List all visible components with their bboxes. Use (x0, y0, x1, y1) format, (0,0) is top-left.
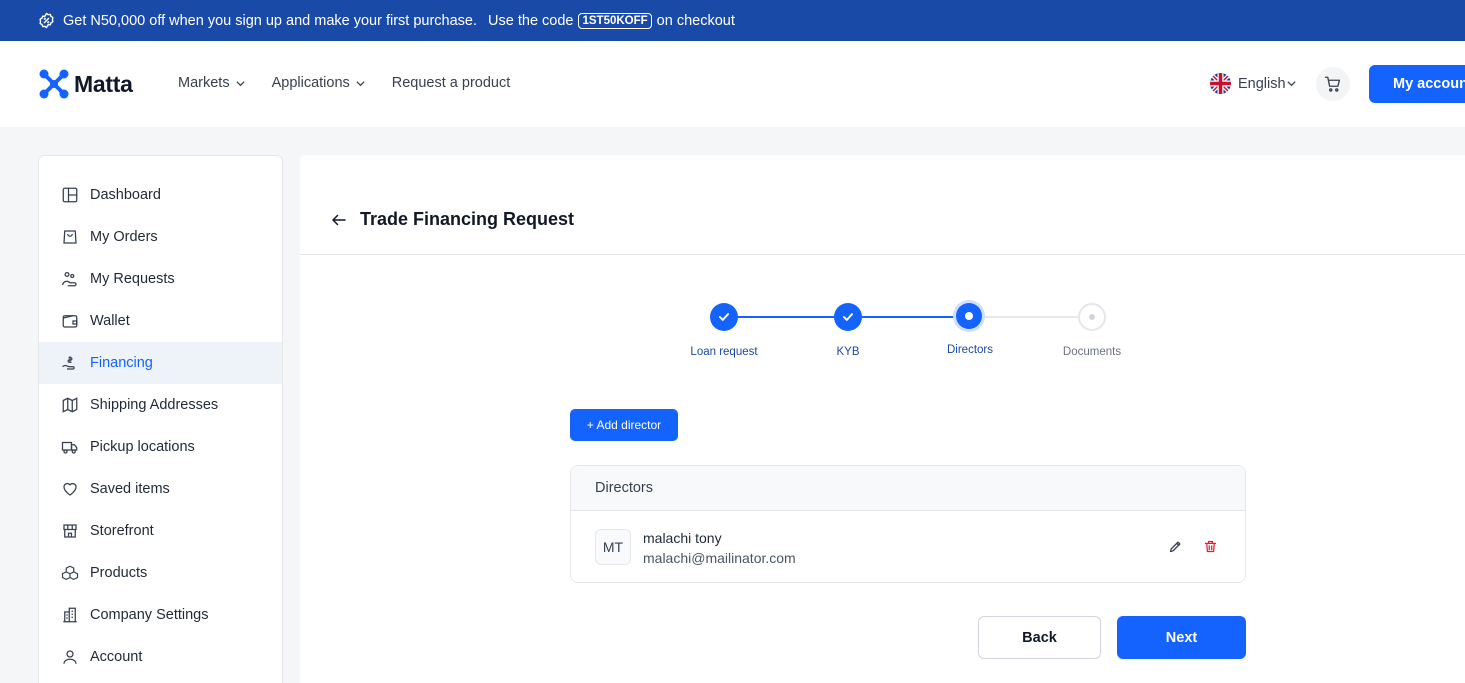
nav-applications[interactable]: Applications (272, 75, 366, 91)
step-label-directors: Directors (946, 344, 993, 356)
cart-icon (1324, 76, 1341, 92)
check-icon (842, 313, 854, 321)
main-nav: Markets Applications Request a product (178, 75, 536, 91)
sidebar-item-label: Pickup locations (90, 439, 195, 455)
page-header: Trade Financing Request (300, 155, 1465, 255)
truck-icon (61, 438, 79, 456)
step-connector (738, 316, 848, 318)
sidebar-item-label: Saved items (90, 481, 170, 497)
promo-code-prefix: Use the code (488, 12, 574, 29)
step-current-dot (965, 312, 973, 320)
layout-icon (61, 186, 79, 204)
financing-icon (61, 354, 79, 372)
sidebar-item-label: Dashboard (90, 187, 161, 203)
sidebar-item-dashboard[interactable]: Dashboard (39, 174, 282, 216)
list-item: MT malachi tony malachi@mailinator.com (571, 511, 1245, 582)
language-label: English (1238, 75, 1286, 92)
boxes-icon (61, 564, 79, 582)
director-email: malachi@mailinator.com (643, 550, 796, 566)
sidebar-item-financing[interactable]: Financing (39, 342, 282, 384)
sidebar-item-label: Financing (90, 355, 153, 371)
building-icon (61, 606, 79, 624)
cart-button[interactable] (1316, 67, 1350, 101)
add-director-button[interactable]: + Add director (570, 409, 678, 441)
sidebar-item-label: Shipping Addresses (90, 397, 219, 413)
avatar: MT (595, 529, 631, 565)
sidebar-item-label: Products (90, 565, 148, 581)
sidebar-item-my-requests[interactable]: My Requests (39, 258, 282, 300)
next-button[interactable]: Next (1117, 616, 1246, 659)
sidebar-item-my-orders[interactable]: My Orders (39, 216, 282, 258)
step-pending-dot (1089, 314, 1095, 320)
sidebar-item-pickup-locations[interactable]: Pickup locations (39, 426, 282, 468)
site-header: Matta Markets Applications Request a pro… (0, 41, 1465, 127)
pencil-icon[interactable] (1168, 539, 1183, 554)
store-icon (61, 522, 79, 540)
nav-applications-label: Applications (271, 75, 350, 91)
step-label-kyb: KYB (836, 346, 860, 358)
sidebar: Dashboard My Orders My Requests Wallet F… (38, 155, 283, 683)
back-button[interactable]: Back (978, 616, 1101, 659)
trash-icon[interactable] (1203, 539, 1218, 554)
bag-icon (61, 228, 79, 246)
step-documents (1078, 303, 1106, 331)
sidebar-item-company-settings[interactable]: Company Settings (39, 594, 282, 636)
sidebar-item-label: Company Settings (90, 607, 209, 623)
directors-card: Directors MT malachi tony malachi@mailin… (570, 465, 1246, 583)
promo-code: 1ST50KOFF (578, 12, 652, 29)
user-icon (61, 648, 79, 666)
sidebar-item-storefront[interactable]: Storefront (39, 510, 282, 552)
nav-request-product[interactable]: Request a product (392, 75, 511, 91)
map-icon (61, 396, 79, 414)
sidebar-item-label: My Requests (90, 271, 175, 287)
back-arrow-icon[interactable] (330, 211, 348, 229)
page-title: Trade Financing Request (360, 209, 575, 229)
language-selector[interactable]: English (1210, 73, 1297, 94)
uk-flag-icon (1210, 73, 1231, 94)
matta-logo-icon (39, 69, 69, 99)
discount-badge-icon (38, 12, 55, 29)
step-loan-request (710, 303, 738, 331)
promo-text: Get N50,000 off when you sign up and mak… (63, 12, 478, 29)
directors-header: Directors (571, 466, 1245, 511)
sidebar-item-saved-items[interactable]: Saved items (39, 468, 282, 510)
sidebar-item-label: My Orders (90, 229, 158, 245)
sidebar-item-shipping-addresses[interactable]: Shipping Addresses (39, 384, 282, 426)
sidebar-item-label: Storefront (90, 523, 154, 539)
step-directors (956, 303, 982, 329)
check-icon (718, 313, 730, 321)
logo[interactable]: Matta (38, 68, 133, 100)
nav-request-product-label: Request a product (391, 75, 511, 91)
promo-banner: Get N50,000 off when you sign up and mak… (0, 0, 1465, 41)
wallet-icon (61, 312, 79, 330)
step-label-documents: Documents (1062, 346, 1122, 358)
nav-markets-label: Markets (178, 75, 230, 91)
sidebar-item-label: Account (90, 649, 143, 665)
main-panel: Trade Financing Request Loan request KYB… (300, 155, 1465, 683)
requests-icon (61, 270, 79, 288)
chevron-down-icon (235, 80, 245, 86)
step-kyb (834, 303, 862, 331)
sidebar-item-account[interactable]: Account (39, 636, 282, 678)
my-account-button[interactable]: My account (1369, 65, 1465, 103)
sidebar-item-wallet[interactable]: Wallet (39, 300, 282, 342)
sidebar-item-label: Wallet (90, 313, 130, 329)
sidebar-item-products[interactable]: Products (39, 552, 282, 594)
director-name: malachi tony (643, 530, 722, 546)
promo-suffix: on checkout (656, 12, 735, 29)
chevron-down-icon (356, 80, 365, 86)
chevron-down-icon (1286, 81, 1296, 87)
logo-text: Matta (74, 70, 133, 97)
step-label-loan-request: Loan request (690, 346, 758, 358)
heart-icon (61, 480, 79, 498)
nav-markets[interactable]: Markets (178, 75, 246, 91)
